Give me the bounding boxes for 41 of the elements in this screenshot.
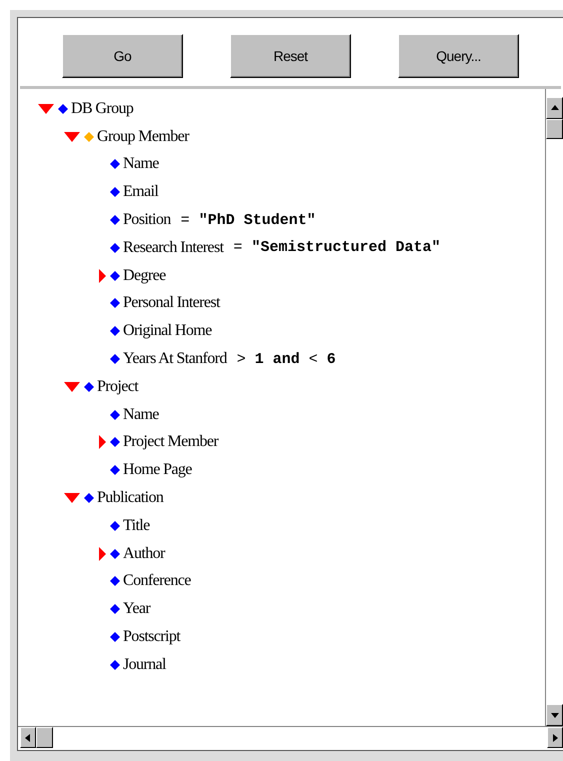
node-label[interactable]: Email bbox=[123, 183, 158, 202]
collapse-toggle[interactable] bbox=[64, 380, 80, 394]
toolbar-button[interactable]: Query... bbox=[398, 34, 519, 78]
node-label[interactable]: Author bbox=[123, 544, 165, 563]
condition-text: = "PhD Student" bbox=[180, 212, 316, 229]
collapse-toggle[interactable] bbox=[64, 491, 80, 506]
node-label[interactable]: DB Group bbox=[71, 100, 134, 118]
toolbar-button[interactable]: Reset bbox=[230, 34, 351, 78]
left-arrow-icon bbox=[24, 734, 32, 742]
node-label[interactable]: Conference bbox=[123, 572, 191, 590]
node-label[interactable]: Name bbox=[123, 155, 159, 174]
condition-text: = "Semistructured Data" bbox=[233, 239, 440, 256]
node-label[interactable]: Journal bbox=[123, 656, 166, 674]
condition-text: > 1 and < 6 bbox=[236, 350, 336, 368]
scroll-right-button[interactable] bbox=[547, 727, 563, 748]
node-label[interactable]: Publication bbox=[97, 489, 164, 508]
node-label[interactable]: Name bbox=[123, 406, 159, 424]
toolbar-button[interactable]: Go bbox=[62, 34, 183, 78]
node-label[interactable]: Title bbox=[123, 516, 150, 535]
collapse-toggle[interactable] bbox=[64, 130, 80, 144]
node-label[interactable]: Project bbox=[97, 378, 138, 396]
collapse-toggle[interactable] bbox=[38, 102, 54, 116]
scroll-down-button[interactable] bbox=[546, 704, 563, 726]
scroll-up-button[interactable] bbox=[546, 97, 563, 119]
down-arrow-icon bbox=[550, 711, 558, 719]
right-arrow-icon bbox=[551, 734, 559, 742]
node-label[interactable]: Group Member bbox=[97, 128, 189, 146]
node-label[interactable]: Personal Interest bbox=[123, 294, 220, 312]
node-label[interactable]: Home Page bbox=[123, 461, 192, 480]
scrollbar-thumb[interactable] bbox=[546, 119, 563, 139]
node-label[interactable]: Original Home bbox=[123, 322, 212, 340]
node-label[interactable]: Postscript bbox=[123, 628, 180, 646]
node-label[interactable]: Year bbox=[123, 600, 150, 618]
up-arrow-icon bbox=[550, 104, 558, 112]
scroll-left-button[interactable] bbox=[20, 727, 36, 748]
node-label[interactable]: Research Interest bbox=[123, 238, 224, 257]
scrollbar-thumb[interactable] bbox=[36, 727, 53, 748]
node-label[interactable]: Position bbox=[123, 211, 171, 230]
node-label[interactable]: Years At Stanford bbox=[123, 350, 227, 368]
node-label[interactable]: Project Member bbox=[123, 433, 218, 452]
node-label[interactable]: Degree bbox=[123, 266, 166, 285]
